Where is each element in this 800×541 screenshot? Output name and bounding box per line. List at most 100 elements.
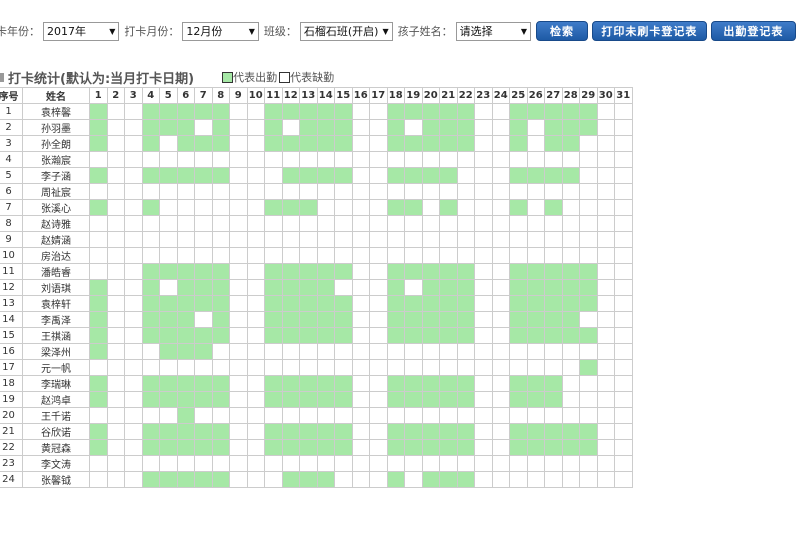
print-attendance-button[interactable]: 出勤登记表 [710,21,796,41]
day-cell-present [334,119,353,136]
day-cell-absent [106,311,125,328]
table-row: 12 刘语琪 [0,279,633,296]
chevron-down-icon: ▼ [382,26,389,36]
day-cell-present [386,279,405,296]
day-cell-absent [526,247,545,264]
child-select[interactable]: 请选择 ▼ [455,21,532,41]
day-cell-absent [404,455,423,472]
day-cell-absent [386,247,405,264]
row-student-name: 王千诺 [22,407,90,424]
day-cell-absent [491,359,510,376]
day-cell-absent [491,103,510,120]
day-cell-absent [106,327,125,344]
day-cell-absent [491,215,510,232]
print-unpunched-button[interactable]: 打印未刷卡登记表 [592,21,707,41]
day-cell-absent [386,343,405,360]
day-cell-absent [351,359,370,376]
header-day: 23 [474,87,493,104]
day-cell-absent [614,295,633,312]
day-cell-present [316,135,335,152]
day-cell-present [211,167,230,184]
row-student-name: 赵鸿卓 [22,391,90,408]
day-cell-present [211,327,230,344]
day-cell-absent [526,359,545,376]
day-cell-absent [456,455,475,472]
day-cell-present [404,311,423,328]
day-cell-absent [579,167,598,184]
day-cell-absent [159,183,178,200]
day-cell-absent [439,215,458,232]
day-cell-present [211,311,230,328]
table-row: 20 王千诺 [0,407,633,424]
day-cell-absent [124,183,143,200]
header-day: 12 [281,87,300,104]
class-select[interactable]: 石榴石班(开启) ▼ [299,21,393,41]
day-cell-present [439,279,458,296]
day-cell-present [386,311,405,328]
day-cell-absent [474,167,493,184]
day-cell-present [404,263,423,280]
day-cell-present [89,135,108,152]
day-cell-present [281,327,300,344]
day-cell-absent [544,455,563,472]
year-select[interactable]: 2017年 ▼ [43,21,120,41]
day-cell-present [194,343,213,360]
day-cell-absent [509,215,528,232]
day-cell-absent [561,199,580,216]
row-student-name: 赵婧涵 [22,231,90,248]
day-cell-present [439,423,458,440]
day-cell-present [456,439,475,456]
day-cell-absent [89,215,108,232]
day-cell-absent [351,423,370,440]
day-cell-absent [159,247,178,264]
day-cell-present [334,375,353,392]
day-cell-absent [106,439,125,456]
chevron-down-icon: ▼ [520,26,528,36]
day-cell-absent [246,135,265,152]
day-cell-absent [491,295,510,312]
day-cell-absent [141,343,160,360]
day-cell-absent [141,407,160,424]
day-cell-present [421,263,440,280]
day-cell-absent [229,327,248,344]
day-cell-absent [404,247,423,264]
day-cell-absent [351,183,370,200]
row-seq: 11 [0,263,23,280]
day-cell-present [316,311,335,328]
day-cell-present [421,295,440,312]
day-cell-absent [579,247,598,264]
day-cell-present [194,423,213,440]
header-day: 27 [544,87,563,104]
table-row: 17 元一帆 [0,359,633,376]
day-cell-absent [229,391,248,408]
day-cell-present [316,439,335,456]
day-cell-absent [474,471,493,488]
search-button[interactable]: 检索 [536,21,588,41]
day-cell-absent [264,183,283,200]
day-cell-present [334,311,353,328]
day-cell-present [299,199,318,216]
day-cell-absent [596,407,615,424]
row-student-name: 谷欣诺 [22,423,90,440]
day-cell-present [211,391,230,408]
month-select[interactable]: 12月份 ▼ [182,21,259,41]
day-cell-absent [421,231,440,248]
day-cell-absent [351,455,370,472]
day-cell-present [141,119,160,136]
day-cell-present [316,167,335,184]
row-student-name: 孙全朗 [22,135,90,152]
day-cell-absent [89,183,108,200]
row-seq: 6 [0,183,23,200]
day-cell-absent [596,471,615,488]
header-seq: 序号 [0,87,23,104]
day-cell-absent [526,455,545,472]
day-cell-present [281,471,300,488]
day-cell-present [544,311,563,328]
day-cell-absent [159,231,178,248]
day-cell-absent [491,343,510,360]
table-row: 2 孙羽墨 [0,119,633,136]
day-cell-absent [404,471,423,488]
day-cell-present [456,119,475,136]
day-cell-absent [369,135,388,152]
day-cell-absent [614,263,633,280]
